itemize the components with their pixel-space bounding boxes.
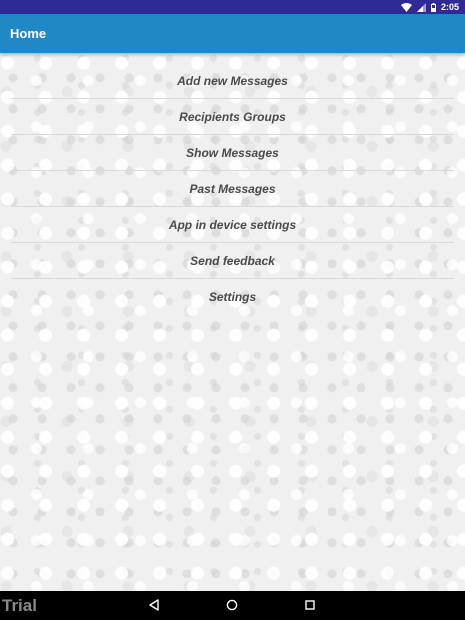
menu-item-label: Add new Messages — [177, 73, 288, 88]
wifi-icon — [400, 2, 412, 12]
menu-item-add-new-messages[interactable]: Add new Messages — [11, 63, 454, 99]
menu-item-settings[interactable]: Settings — [11, 279, 454, 315]
back-icon[interactable] — [146, 597, 162, 613]
clock-time: 2:05 — [440, 2, 459, 12]
signal-icon — [416, 2, 426, 12]
menu-item-app-in-device-settings[interactable]: App in device settings — [11, 207, 454, 243]
menu-item-recipients-groups[interactable]: Recipients Groups — [11, 99, 454, 135]
menu-item-show-messages[interactable]: Show Messages — [11, 135, 454, 171]
home-icon[interactable] — [224, 597, 240, 613]
navigation-bar — [0, 591, 465, 620]
menu-item-past-messages[interactable]: Past Messages — [11, 171, 454, 207]
menu-item-label: Recipients Groups — [179, 109, 286, 124]
app-bar: Home — [0, 14, 465, 53]
menu-item-label: Settings — [208, 290, 257, 304]
main-content: Add new Messages Recipients Groups Show … — [0, 53, 465, 591]
recents-icon[interactable] — [302, 597, 318, 613]
menu-item-label: Show Messages — [186, 145, 279, 160]
battery-icon — [430, 2, 436, 12]
status-bar: 2:05 — [0, 0, 465, 14]
menu-item-label: App in device settings — [168, 217, 297, 232]
page-title: Home — [10, 26, 47, 41]
menu-item-send-feedback[interactable]: Send feedback — [11, 243, 454, 279]
screen: 2:05 Home Add new Messages Recipients Gr… — [0, 0, 465, 620]
menu-item-label: Send feedback — [190, 253, 275, 268]
trial-watermark: Trial — [2, 596, 37, 615]
menu-item-label: Past Messages — [189, 181, 276, 196]
menu-list: Add new Messages Recipients Groups Show … — [0, 53, 465, 315]
